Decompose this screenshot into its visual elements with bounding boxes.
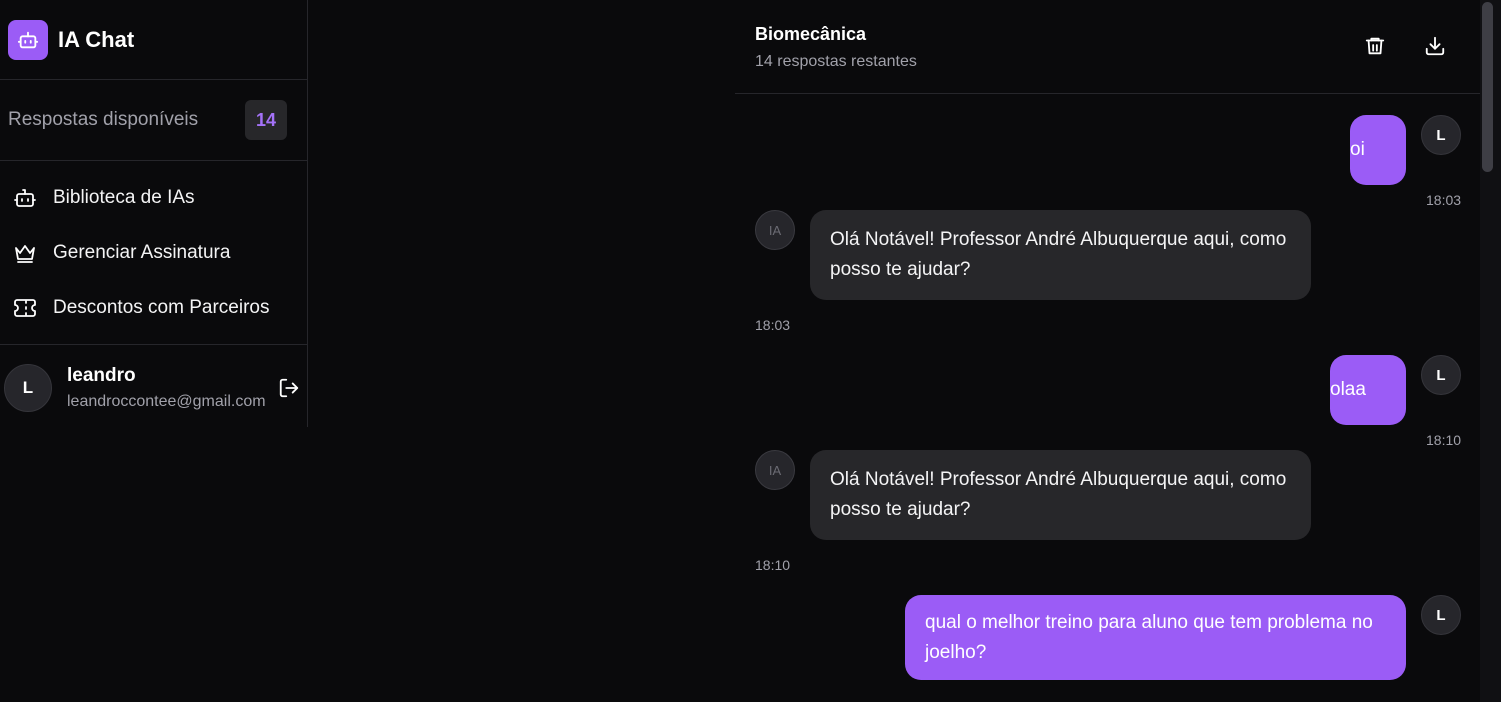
user-message-bubble: olaa	[1330, 355, 1406, 425]
message-time: 18:10	[755, 557, 791, 573]
download-icon[interactable]	[1424, 35, 1448, 59]
user-profile: L leandro leandroccontee@gmail.com	[0, 345, 307, 430]
avatar: L	[1421, 115, 1461, 155]
credits-count-badge: 14	[245, 100, 287, 140]
logout-icon[interactable]	[278, 377, 300, 399]
nav-item-biblioteca[interactable]: Biblioteca de IAs	[0, 170, 307, 225]
app-title: IA Chat	[58, 26, 135, 52]
trash-icon[interactable]	[1364, 35, 1388, 59]
avatar[interactable]: L	[4, 363, 52, 412]
message-time: 18:10	[1426, 432, 1462, 448]
message-time: 18:03	[1426, 192, 1462, 208]
nav-item-assinatura[interactable]: Gerenciar Assinatura	[0, 225, 307, 280]
sidebar: IA Chat Respostas disponíveis 14 Bibliot…	[0, 0, 308, 427]
avatar: L	[1421, 595, 1461, 635]
user-name: leandro	[67, 364, 136, 386]
nav-label: Gerenciar Assinatura	[53, 241, 231, 263]
credits-panel: Respostas disponíveis 14	[0, 80, 307, 161]
sidebar-nav: Biblioteca de IAs Gerenciar Assinatura D…	[0, 161, 307, 345]
ai-avatar: IA	[755, 450, 795, 490]
user-email: leandroccontee@gmail.com	[67, 392, 266, 410]
ai-avatar: IA	[755, 210, 795, 250]
user-message-bubble: oi	[1350, 115, 1406, 185]
brand: IA Chat	[0, 0, 307, 80]
user-info: leandro leandroccontee@gmail.com	[67, 365, 266, 411]
crown-icon	[12, 240, 38, 266]
user-message-bubble: qual o melhor treino para aluno que tem …	[905, 595, 1406, 680]
nav-item-descontos[interactable]: Descontos com Parceiros	[0, 280, 307, 335]
avatar: L	[1421, 355, 1461, 395]
ticket-icon	[12, 295, 38, 321]
chat-title: Biomecânica	[755, 24, 867, 44]
message-time: 18:03	[755, 317, 791, 333]
bot-icon	[12, 185, 38, 211]
scrollbar-thumb[interactable]	[1482, 2, 1493, 172]
ai-message-bubble: Olá Notável! Professor André Albuquerque…	[810, 450, 1311, 540]
remaining-responses: 14 respostas restantes	[755, 53, 917, 70]
ai-message-bubble: Olá Notável! Professor André Albuquerque…	[810, 210, 1311, 300]
message-list[interactable]: oi L 18:03 IA Olá Notável! Professor And…	[735, 95, 1480, 702]
nav-label: Descontos com Parceiros	[53, 296, 270, 318]
bot-logo-icon	[8, 19, 48, 60]
chat-header: Biomecânica 14 respostas restantes	[735, 0, 1480, 94]
nav-label: Biblioteca de IAs	[53, 186, 195, 208]
credits-label: Respostas disponíveis	[8, 109, 199, 130]
